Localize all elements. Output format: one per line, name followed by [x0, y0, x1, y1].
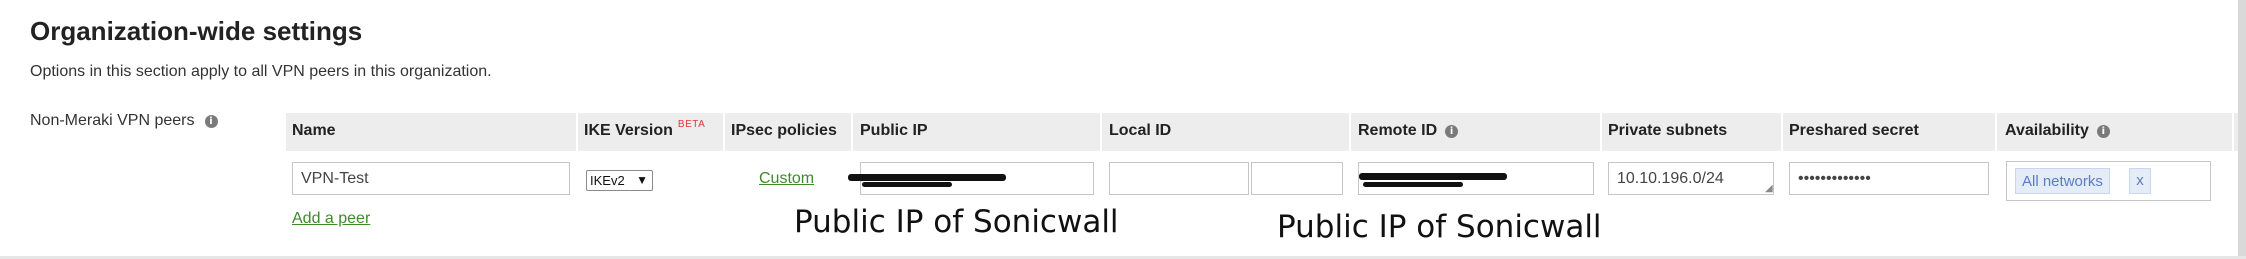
redaction-mark: [862, 182, 952, 187]
ike-version-select[interactable]: IKEv2 ▼: [586, 170, 653, 191]
ipsec-policies-custom-link[interactable]: Custom: [759, 170, 814, 188]
availability-label: Availability: [2005, 122, 2089, 139]
beta-badge: BETA: [677, 118, 706, 130]
ike-version-label: IKE Version: [584, 122, 673, 139]
column-header-remote-id: Remote ID i: [1358, 122, 1459, 140]
add-peer-link[interactable]: Add a peer: [292, 210, 370, 228]
column-header-ike-version: IKE Version BETA: [584, 118, 706, 140]
column-separator: [723, 113, 725, 151]
peer-name-input[interactable]: VPN-Test: [292, 162, 570, 195]
info-icon[interactable]: i: [1445, 124, 1459, 138]
column-separator: [2232, 113, 2234, 151]
redaction-mark: [1359, 173, 1507, 180]
remote-id-annotation: Public IP of Sonicwall: [1277, 209, 1602, 245]
redaction-mark: [1363, 182, 1463, 187]
chip-remove-button[interactable]: x: [2129, 168, 2151, 194]
peers-table-header: [286, 113, 2238, 151]
info-icon[interactable]: i: [2096, 124, 2110, 138]
column-header-public-ip: Public IP: [860, 122, 928, 139]
column-header-availability: Availability i: [2005, 122, 2110, 140]
preshared-secret-input[interactable]: •••••••••••••: [1789, 162, 1989, 195]
public-ip-annotation: Public IP of Sonicwall: [794, 204, 1119, 240]
ike-version-value: IKEv2: [590, 173, 625, 188]
availability-tag-input[interactable]: All networks x: [2006, 161, 2211, 201]
column-separator: [1349, 113, 1351, 151]
info-icon[interactable]: i: [204, 114, 218, 128]
chevron-down-icon: ▼: [636, 173, 648, 187]
column-header-local-id: Local ID: [1109, 122, 1172, 139]
textarea-resize-handle[interactable]: ◢: [1765, 183, 1773, 194]
column-header-private-subnets: Private subnets: [1608, 122, 1728, 139]
column-separator: [1781, 113, 1783, 151]
column-separator: [851, 113, 853, 151]
redaction-mark: [848, 174, 1006, 181]
non-meraki-vpn-peers-label: Non-Meraki VPN peers i: [30, 112, 218, 130]
availability-chip: All networks: [2015, 168, 2110, 194]
remote-id-label: Remote ID: [1358, 122, 1438, 139]
local-id-input-extension[interactable]: [1251, 162, 1343, 195]
local-id-input[interactable]: [1109, 162, 1249, 195]
column-separator: [1100, 113, 1102, 151]
column-header-ipsec-policies: IPsec policies: [731, 122, 837, 139]
column-separator: [1995, 113, 1997, 151]
column-separator: [576, 113, 578, 151]
column-header-name: Name: [292, 122, 336, 139]
section-description: Options in this section apply to all VPN…: [30, 63, 492, 80]
window-border-right: [2238, 0, 2246, 259]
section-title: Organization-wide settings: [30, 16, 363, 46]
private-subnets-textarea[interactable]: 10.10.196.0/24: [1608, 162, 1774, 195]
peers-label-text: Non-Meraki VPN peers: [30, 112, 195, 129]
column-separator: [1600, 113, 1602, 151]
column-header-preshared-secret: Preshared secret: [1789, 122, 1919, 139]
